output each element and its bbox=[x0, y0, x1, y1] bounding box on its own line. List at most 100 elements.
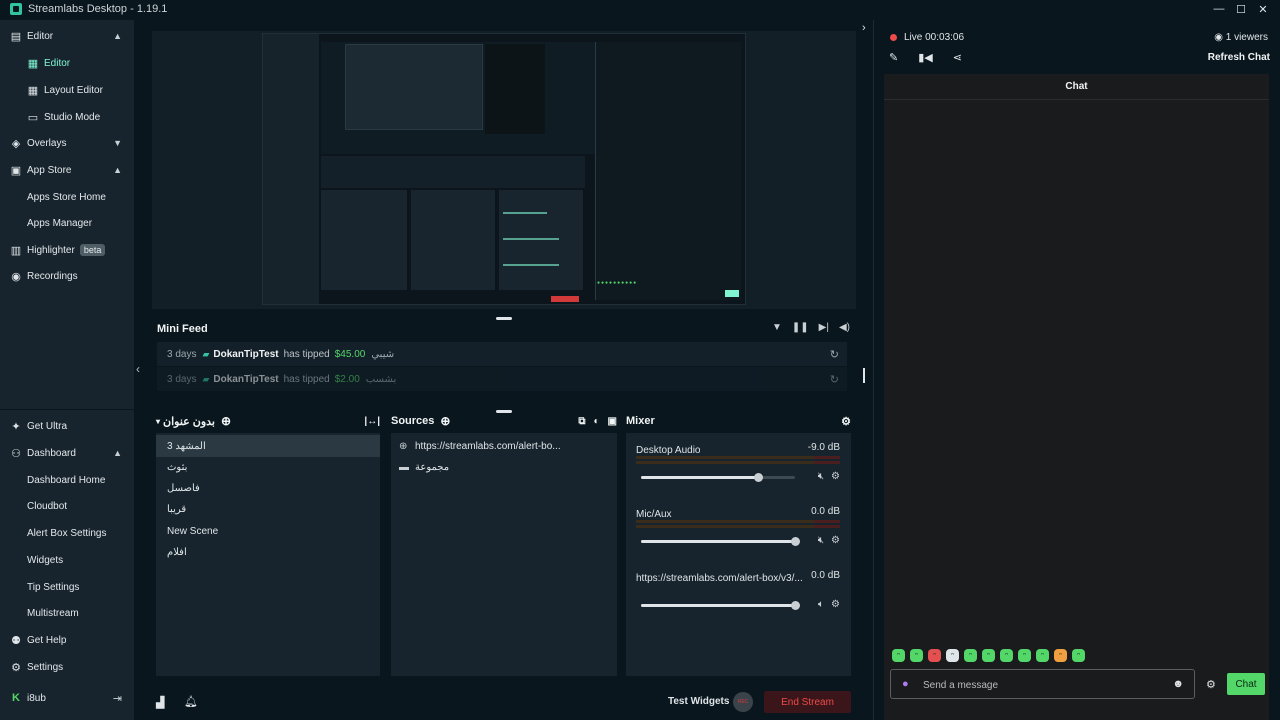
bottom-bar: ▟ 🔔︎ Test Widgets REC End Stream bbox=[146, 688, 856, 716]
gear-icon[interactable]: ⚙ bbox=[1206, 678, 1216, 691]
sidebar-item-alert-box-settings[interactable]: Alert Box Settings bbox=[0, 521, 134, 545]
chevron-up-icon: ▲ bbox=[113, 448, 122, 458]
volume-icon[interactable]: 🔈︎ bbox=[818, 599, 824, 610]
mini-feed-toolbar: ▼ ❚❚ ▶| ◀) bbox=[772, 322, 850, 333]
close-button[interactable]: ✕ bbox=[1252, 0, 1274, 18]
record-button[interactable]: REC bbox=[733, 692, 753, 712]
scene-item[interactable]: المشهد 3 bbox=[156, 435, 380, 457]
add-scene-icon[interactable]: ⊕ bbox=[221, 414, 231, 428]
gear-icon[interactable]: ⚙ bbox=[831, 599, 840, 610]
minimize-button[interactable]: — bbox=[1208, 0, 1230, 18]
gear-icon[interactable]: ⚙ bbox=[831, 471, 840, 482]
sidebar-item-get-ultra[interactable]: ✦ Get Ultra bbox=[0, 414, 134, 438]
volume-slider[interactable] bbox=[641, 473, 795, 482]
sidebar-item-label: Overlays bbox=[27, 137, 67, 149]
feed-row: 3 days ▰ DokanTipTest has tipped $45.00 … bbox=[157, 342, 847, 366]
chat-frame: Chat ᵔ ᵔ ᵔ ᵔ ᵔ ᵔ ᵔ ᵔ ᵔ ᵔ ᵔ ● ☻ ⚙ Chat bbox=[884, 74, 1269, 720]
filter-icon[interactable]: ▼ bbox=[772, 322, 782, 333]
maximize-button[interactable]: ☐ bbox=[1230, 0, 1252, 18]
sidebar-item-apps-store-home[interactable]: Apps Store Home bbox=[0, 185, 134, 209]
emoji-icon[interactable]: ☻ bbox=[1172, 678, 1184, 690]
emote-icon[interactable]: ᵔ bbox=[946, 649, 959, 662]
sidebar-item-app-store[interactable]: ▣ App Store ▲ bbox=[0, 158, 134, 182]
mute-icon[interactable]: 🔇︎ bbox=[818, 535, 824, 546]
volume-icon[interactable]: ◀) bbox=[839, 322, 850, 333]
sidebar-item-label: Editor bbox=[44, 57, 71, 69]
refresh-chat-button[interactable]: Refresh Chat bbox=[1208, 52, 1270, 63]
channel-db: 0.0 dB bbox=[811, 570, 840, 581]
emote-icon[interactable]: ᵔ bbox=[892, 649, 905, 662]
sidebar-item-apps-manager[interactable]: Apps Manager bbox=[0, 211, 134, 235]
bell-icon[interactable]: 🔔︎ bbox=[184, 695, 198, 708]
end-stream-button[interactable]: End Stream bbox=[764, 691, 851, 713]
mixer-channel: Mic/Aux 0.0 dB 🔇︎ ⚙ bbox=[636, 506, 840, 546]
preview-chat-button-shape bbox=[725, 290, 739, 297]
sidebar-item-tip-settings[interactable]: Tip Settings bbox=[0, 575, 134, 599]
stats-icon[interactable]: ▟ bbox=[156, 696, 164, 709]
emote-icon[interactable]: ᵔ bbox=[1054, 649, 1067, 662]
emote-icon[interactable]: ᵔ bbox=[1000, 649, 1013, 662]
scene-item[interactable]: بثوث bbox=[156, 456, 380, 478]
tip-icon: ▰ bbox=[202, 373, 210, 384]
collapse-sidebar-icon[interactable]: ‹ bbox=[136, 362, 140, 376]
source-item[interactable]: ▬ مجموعة bbox=[391, 456, 617, 478]
scene-item[interactable]: فاصسل bbox=[156, 477, 380, 499]
sidebar-item-user[interactable]: K i8ub ⇥ bbox=[0, 686, 134, 710]
scene-item[interactable]: قريبا bbox=[156, 498, 380, 520]
audio-source-icon[interactable]: ◐ bbox=[594, 416, 600, 427]
transition-icon[interactable]: |↔| bbox=[364, 416, 380, 427]
feed-message: بشسب bbox=[365, 373, 397, 385]
emote-icon[interactable]: ᵔ bbox=[1018, 649, 1031, 662]
resize-handle[interactable] bbox=[863, 368, 865, 383]
volume-slider[interactable] bbox=[641, 601, 800, 610]
scene-item[interactable]: New Scene bbox=[156, 520, 380, 542]
sidebar-item-editor[interactable]: ▦ Editor bbox=[0, 51, 134, 75]
sidebar-item-dashboard-home[interactable]: Dashboard Home bbox=[0, 468, 134, 492]
mute-icon[interactable]: 🔇︎ bbox=[818, 471, 824, 482]
add-source-icon[interactable]: ⊕ bbox=[440, 414, 450, 428]
chevron-down-icon[interactable]: ▾ bbox=[156, 417, 160, 426]
expand-chat-icon[interactable]: › bbox=[862, 22, 866, 34]
scene-item[interactable]: افلام bbox=[156, 541, 380, 563]
skip-icon[interactable]: ▶| bbox=[819, 322, 829, 333]
chat-send-button[interactable]: Chat bbox=[1227, 673, 1265, 695]
emote-icon[interactable]: ᵔ bbox=[1072, 649, 1085, 662]
sidebar-item-label: Cloudbot bbox=[27, 500, 68, 512]
sidebar-item-label: Alert Box Settings bbox=[27, 527, 107, 539]
scene-collection-name[interactable]: بدون عنوان bbox=[163, 415, 215, 428]
sidebar-item-overlays[interactable]: ◈ Overlays ▼ bbox=[0, 131, 134, 155]
sidebar-item-dashboard[interactable]: ⚇ Dashboard ▲ bbox=[0, 441, 134, 465]
chat-message-input[interactable] bbox=[923, 676, 1163, 694]
replay-icon[interactable]: ↻ bbox=[830, 348, 839, 361]
sidebar-item-get-help[interactable]: ⚉ Get Help bbox=[0, 628, 134, 652]
sidebar-item-cloudbot[interactable]: Cloudbot bbox=[0, 494, 134, 518]
source-window-icon[interactable]: ⧉ bbox=[578, 416, 585, 427]
emote-icon[interactable]: ᵔ bbox=[982, 649, 995, 662]
logout-icon[interactable]: ⇥ bbox=[113, 692, 122, 705]
emote-icon[interactable]: ᵔ bbox=[1036, 649, 1049, 662]
viewer-count: ◉ 1 viewers bbox=[1214, 32, 1268, 43]
sidebar-item-widgets[interactable]: Widgets bbox=[0, 548, 134, 572]
emote-icon[interactable]: ᵔ bbox=[910, 649, 923, 662]
sidebar-item-editor-group[interactable]: ▤ Editor ▲ bbox=[0, 24, 134, 48]
sidebar-item-highlighter[interactable]: ▥ Highlighter beta bbox=[0, 238, 134, 262]
microphone-icon[interactable]: ● bbox=[902, 678, 909, 690]
source-item[interactable]: ⊕ https://streamlabs.com/alert-bo... bbox=[391, 435, 617, 457]
emote-icon[interactable]: ᵔ bbox=[928, 649, 941, 662]
replay-icon[interactable]: ↻ bbox=[830, 373, 839, 386]
emote-icon[interactable]: ᵔ bbox=[964, 649, 977, 662]
test-widgets-button[interactable]: Test Widgets bbox=[668, 696, 729, 707]
add-folder-icon[interactable]: ▣ bbox=[608, 416, 617, 427]
sidebar-item-studio-mode[interactable]: ▭ Studio Mode bbox=[0, 105, 134, 129]
sidebar-item-settings[interactable]: ⚙ Settings bbox=[0, 655, 134, 679]
camera-icon[interactable]: ▮◀ bbox=[918, 51, 933, 64]
sidebar-item-recordings[interactable]: ◉ Recordings bbox=[0, 264, 134, 288]
gear-icon[interactable]: ⚙ bbox=[831, 535, 840, 546]
gear-icon[interactable]: ⚙ bbox=[841, 415, 851, 428]
pause-icon[interactable]: ❚❚ bbox=[792, 322, 809, 333]
sidebar-item-layout-editor[interactable]: ▦ Layout Editor bbox=[0, 78, 134, 102]
share-icon[interactable]: ⋖ bbox=[953, 51, 962, 64]
sidebar-item-multistream[interactable]: Multistream bbox=[0, 601, 134, 625]
edit-icon[interactable]: ✎ bbox=[889, 51, 898, 64]
volume-slider[interactable] bbox=[641, 537, 800, 546]
